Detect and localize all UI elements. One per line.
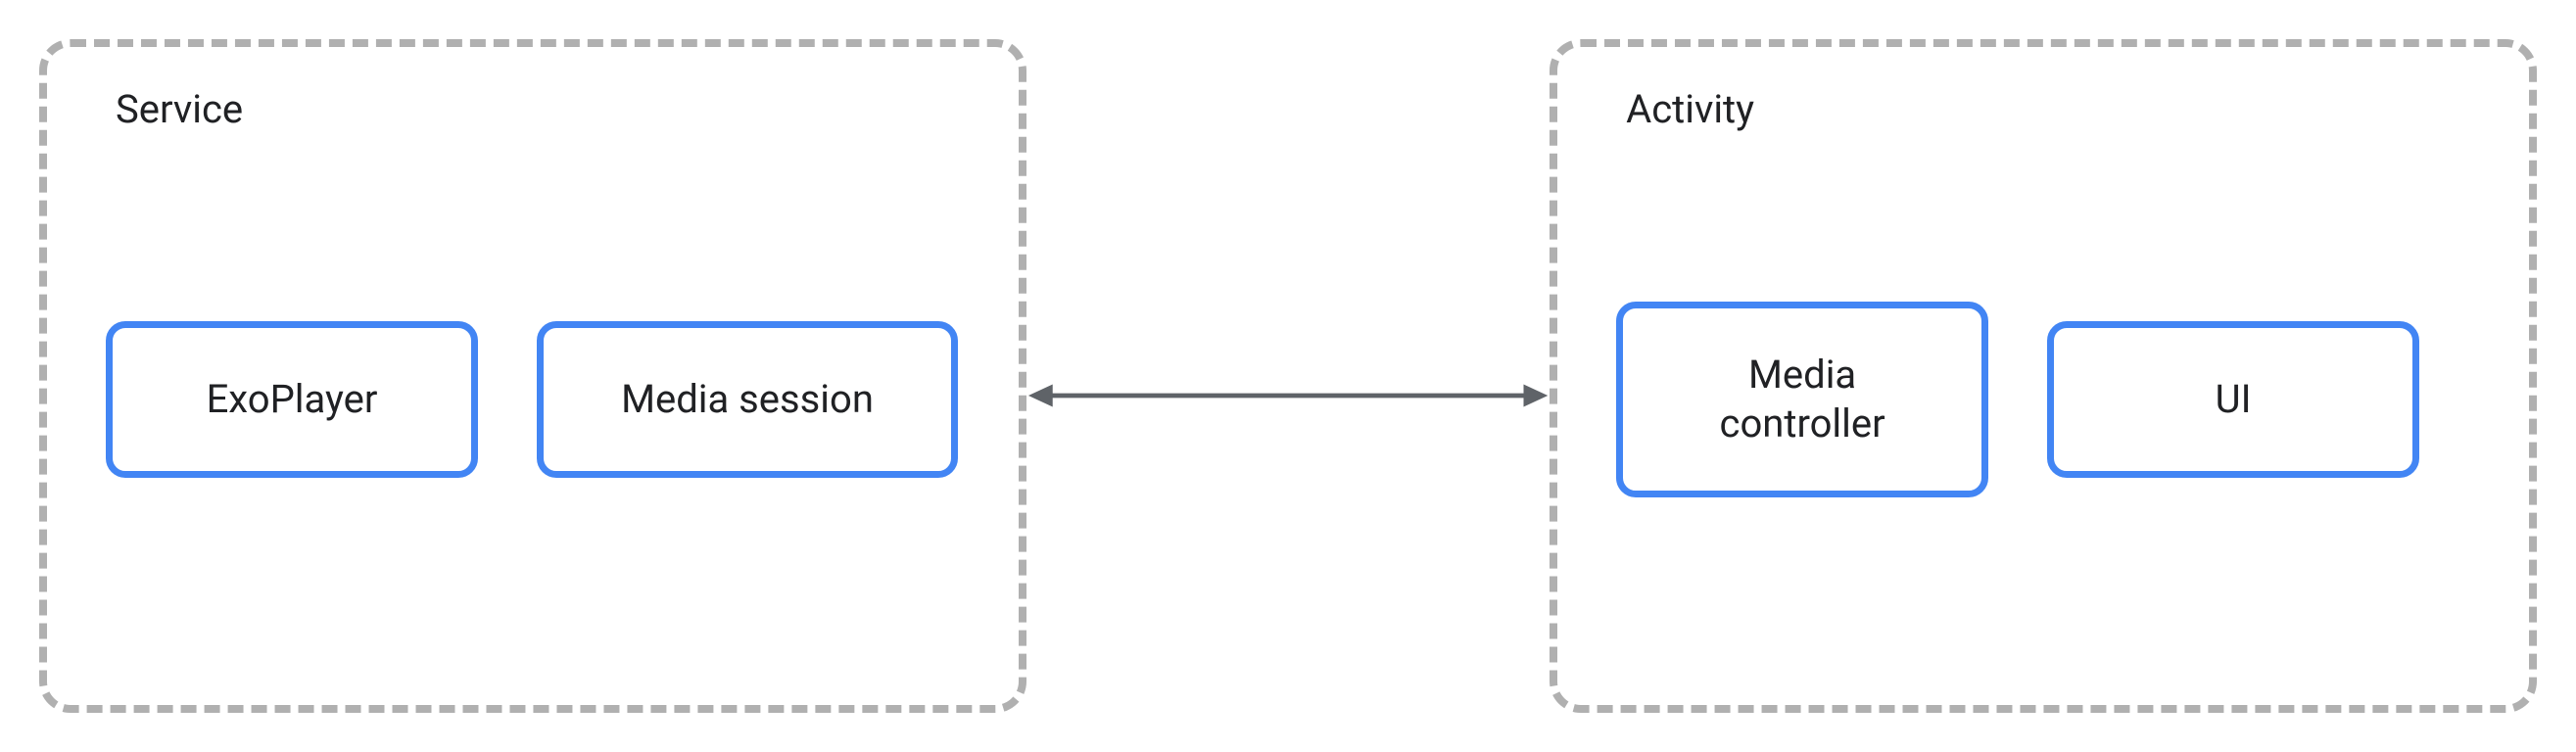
media-controller-node: Mediacontroller <box>1616 302 1988 497</box>
exoplayer-label: ExoPlayer <box>207 375 378 424</box>
media-controller-label: Mediacontroller <box>1720 351 1885 448</box>
media-session-label: Media session <box>621 375 874 424</box>
ui-label: UI <box>2216 375 2252 424</box>
arrow-icon <box>1026 366 1550 425</box>
service-label: Service <box>116 86 960 132</box>
media-session-node: Media session <box>537 321 958 478</box>
ui-node: UI <box>2047 321 2419 478</box>
activity-label: Activity <box>1626 86 2470 132</box>
architecture-diagram: Service ExoPlayer Media session Activity… <box>39 39 2537 713</box>
bidirectional-arrow <box>1026 59 1550 732</box>
activity-content: Mediacontroller UI <box>1616 171 2470 627</box>
service-content: ExoPlayer Media session <box>106 171 960 627</box>
exoplayer-node: ExoPlayer <box>106 321 478 478</box>
service-container: Service ExoPlayer Media session <box>39 39 1026 713</box>
activity-container: Activity Mediacontroller UI <box>1550 39 2537 713</box>
